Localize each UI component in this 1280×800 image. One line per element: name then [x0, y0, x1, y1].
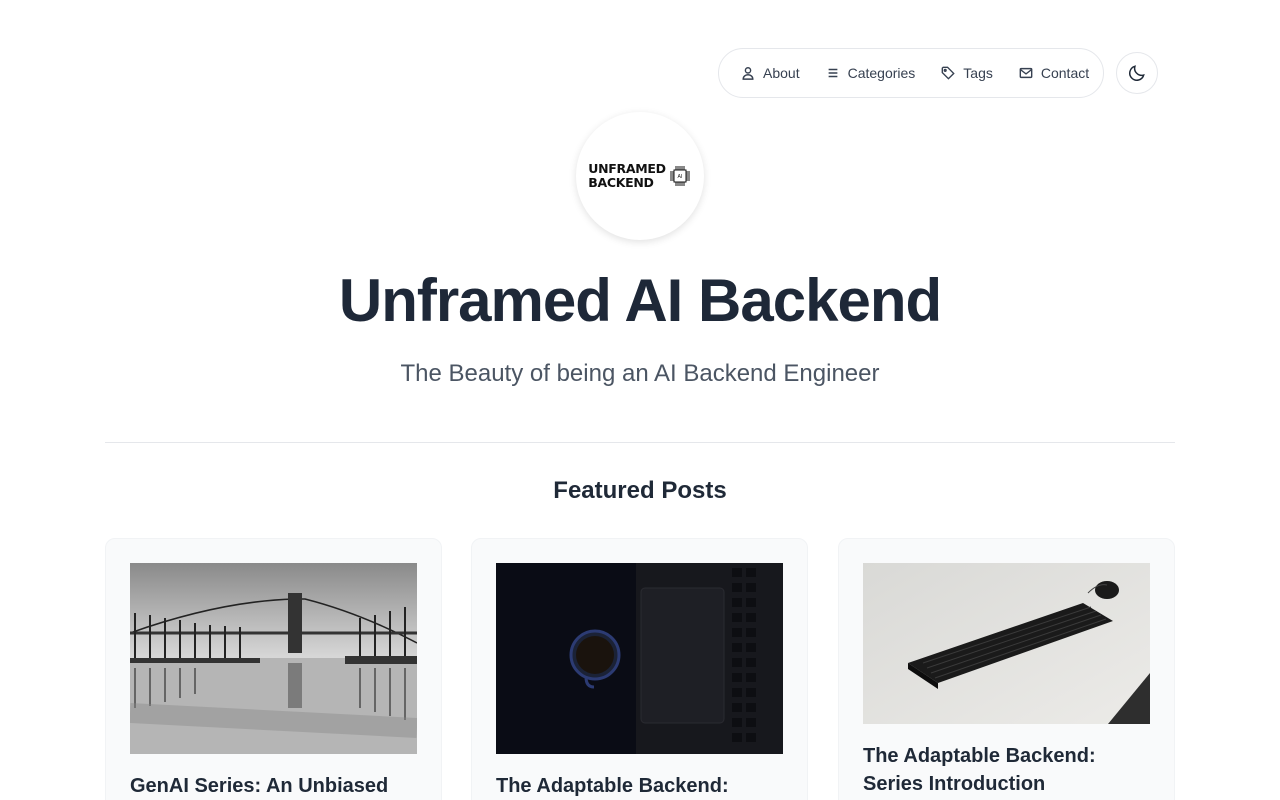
- logo-line-1: UNFRAMED: [588, 161, 666, 176]
- logo-text: UNFRAMED BACKEND: [588, 161, 666, 190]
- post-title[interactable]: The Adaptable Backend: Node.js: [496, 772, 783, 800]
- post-title[interactable]: GenAI Series: An Unbiased: [130, 772, 417, 800]
- tag-icon: [941, 66, 955, 80]
- post-thumbnail[interactable]: [130, 563, 417, 754]
- menu-icon: [828, 68, 837, 78]
- keyboard-mouse-image: [863, 563, 1150, 724]
- site-logo-avatar[interactable]: UNFRAMED BACKEND AI: [576, 112, 704, 240]
- featured-post-card[interactable]: The Adaptable Backend: Series Introducti…: [838, 538, 1175, 800]
- nav-about-label: About: [763, 65, 800, 81]
- site-title: Unframed AI Backend: [338, 267, 942, 334]
- site-logo: UNFRAMED BACKEND AI: [588, 162, 691, 190]
- featured-post-card[interactable]: GenAI Series: An Unbiased: [105, 538, 442, 800]
- logo-line-2: BACKEND: [588, 175, 654, 190]
- moon-icon: [1129, 65, 1145, 81]
- top-nav: About Categories Tags Contact: [718, 48, 1104, 98]
- user-icon: [742, 67, 754, 80]
- coffee-laptop-image: [496, 563, 783, 754]
- post-thumbnail[interactable]: [863, 563, 1150, 724]
- chip-icon: AI: [668, 164, 692, 188]
- nav-contact-link[interactable]: Contact: [1019, 65, 1089, 81]
- bridge-reflection-image: [130, 563, 417, 754]
- post-title[interactable]: The Adaptable Backend: Series Introducti…: [863, 742, 1150, 798]
- mail-icon: [1019, 67, 1033, 79]
- nav-categories-label: Categories: [847, 65, 916, 81]
- nav-tags-link[interactable]: Tags: [941, 65, 993, 81]
- featured-post-card[interactable]: The Adaptable Backend: Node.js: [471, 538, 808, 800]
- post-thumbnail[interactable]: [496, 563, 783, 754]
- header-divider: [105, 442, 1175, 443]
- nav-contact-label: Contact: [1040, 65, 1090, 81]
- nav-about-link[interactable]: About: [741, 65, 800, 81]
- theme-toggle-button[interactable]: [1116, 52, 1158, 94]
- site-subtitle: The Beauty of being an AI Backend Engine…: [400, 360, 880, 387]
- featured-posts-heading: Featured Posts: [553, 477, 727, 504]
- nav-tags-label: Tags: [963, 65, 993, 81]
- chip-label: AI: [677, 174, 682, 180]
- nav-categories-link[interactable]: Categories: [826, 65, 916, 81]
